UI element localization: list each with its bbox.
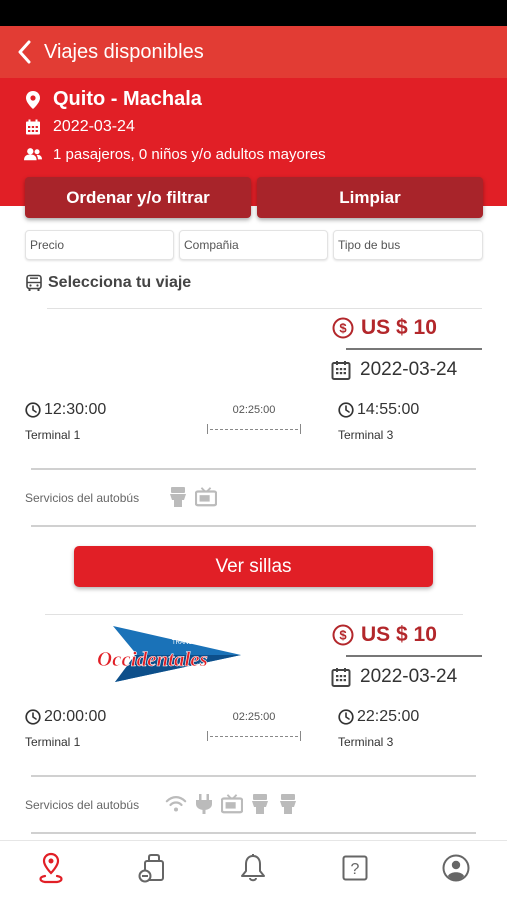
departure-time-text: 20:00:00 [44, 708, 107, 725]
price: $ US $ 10 [332, 316, 437, 340]
clock-icon [25, 402, 41, 418]
bag-icon [137, 853, 167, 888]
trip-date: 2022-03-24 [331, 666, 457, 688]
toilet-icon [249, 793, 271, 815]
calendar-icon [24, 118, 42, 136]
logo-top-text: TRANSPORTES [172, 640, 217, 646]
services-icons [167, 486, 217, 508]
date-row: 2022-03-24 [24, 118, 135, 136]
wifi-icon [165, 793, 187, 815]
nav-notifications[interactable] [228, 846, 278, 896]
services-icons [165, 793, 299, 815]
nav-profile[interactable] [431, 846, 481, 896]
bus-icon [25, 274, 43, 292]
clear-button[interactable]: Limpiar [257, 177, 483, 218]
back-arrow-icon[interactable] [6, 26, 42, 78]
divider [31, 525, 476, 527]
arrival-terminal: Terminal 3 [338, 735, 394, 749]
departure-time-text: 12:30:00 [44, 401, 107, 418]
divider [45, 614, 463, 615]
page-title: Viajes disponibles [44, 40, 204, 63]
trip-date-text: 2022-03-24 [360, 666, 458, 687]
tv-icon [195, 486, 217, 508]
trip-date-text: 2022-03-24 [360, 359, 458, 380]
price-filter[interactable]: Precio [25, 230, 174, 260]
svg-text:$: $ [339, 321, 347, 336]
date-text: 2022-03-24 [53, 118, 135, 135]
nav-tickets[interactable] [127, 846, 177, 896]
app-header: Viajes disponibles [0, 26, 507, 78]
trip-duration: 02:25:00 [232, 711, 276, 723]
clock-icon [338, 709, 354, 725]
duration-line [207, 424, 301, 434]
profile-icon [442, 854, 470, 887]
section-title-text: Selecciona tu viaje [48, 274, 192, 291]
departure-time: 20:00:00 [25, 708, 106, 726]
bus-type-filter[interactable]: Tipo de bus [333, 230, 483, 260]
logo-text: Occidentales [97, 647, 208, 671]
trip-date: 2022-03-24 [331, 359, 457, 381]
bell-icon [239, 853, 267, 888]
bottom-nav: ? [0, 840, 507, 900]
divider [47, 308, 482, 309]
company-logo: TRANSPORTES Occidentales [95, 622, 245, 686]
arrival-time-text: 14:55:00 [357, 401, 420, 418]
price-text: US $ 10 [361, 623, 437, 646]
section-title: Selecciona tu viaje [25, 274, 191, 292]
nav-trips[interactable] [26, 846, 76, 896]
duration-line [207, 731, 301, 741]
svg-text:?: ? [350, 861, 359, 878]
route-row: Quito - Machala [24, 88, 202, 111]
calendar-icon [331, 360, 351, 380]
dollar-icon: $ [332, 317, 354, 339]
departure-time: 12:30:00 [25, 401, 106, 419]
calendar-icon [331, 667, 351, 687]
departure-terminal: Terminal 1 [25, 735, 81, 749]
departure-terminal: Terminal 1 [25, 428, 81, 442]
svg-text:$: $ [339, 628, 347, 643]
passengers-text: 1 pasajeros, 0 niños y/o adultos mayores [53, 145, 326, 163]
divider [31, 775, 476, 777]
clock-icon [25, 709, 41, 725]
toilet-icon [277, 793, 299, 815]
arrival-time-text: 22:25:00 [357, 708, 420, 725]
arrival-time: 22:25:00 [338, 708, 419, 726]
toilet-icon [167, 486, 189, 508]
arrival-terminal: Terminal 3 [338, 428, 394, 442]
location-pin-icon [24, 90, 42, 109]
dollar-icon: $ [332, 624, 354, 646]
view-seats-button[interactable]: Ver sillas [74, 546, 433, 587]
price-text: US $ 10 [361, 316, 437, 339]
price-divider [346, 348, 482, 350]
route-text: Quito - Machala [53, 88, 202, 110]
price-divider [346, 655, 482, 657]
trip-duration: 02:25:00 [232, 404, 276, 416]
passengers-row: 1 pasajeros, 0 niños y/o adultos mayores [24, 145, 326, 163]
route-icon [36, 852, 66, 889]
divider [31, 832, 476, 834]
divider [31, 468, 476, 470]
help-icon: ? [342, 855, 368, 886]
arrival-time: 14:55:00 [338, 401, 419, 419]
status-bar [0, 0, 507, 26]
clock-icon [338, 402, 354, 418]
company-filter[interactable]: Compañia [179, 230, 328, 260]
services-label: Servicios del autobús [25, 491, 140, 505]
price: $ US $ 10 [332, 623, 437, 647]
sort-filter-button[interactable]: Ordenar y/o filtrar [25, 177, 251, 218]
tv-icon [221, 793, 243, 815]
users-icon [24, 145, 42, 163]
services-label: Servicios del autobús [25, 798, 140, 812]
nav-help[interactable]: ? [330, 846, 380, 896]
plug-icon [193, 793, 215, 815]
